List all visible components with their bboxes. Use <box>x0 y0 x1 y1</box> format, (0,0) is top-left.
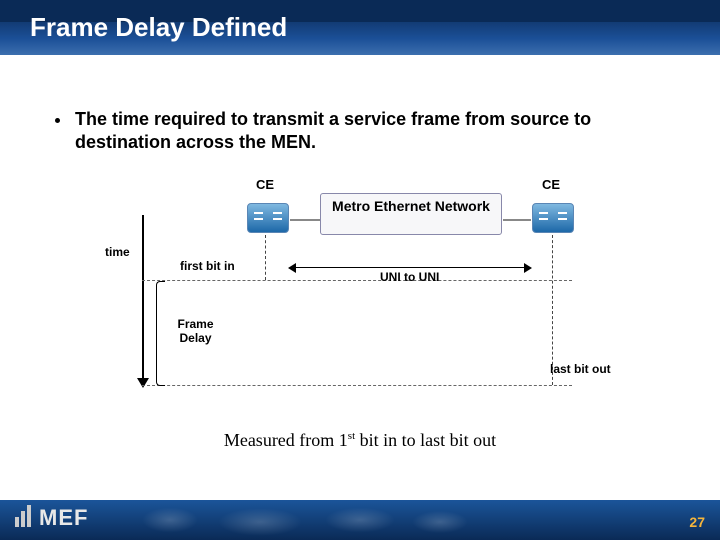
link-left <box>290 219 320 221</box>
mef-logo: MEF <box>15 505 88 533</box>
men-box: Metro Ethernet Network <box>320 193 502 235</box>
frame-delay-label: Frame Delay <box>168 317 223 345</box>
time-axis-line <box>142 215 144 380</box>
page-number: 27 <box>689 514 705 530</box>
last-bit-hline <box>142 385 572 387</box>
caption-rest: bit in to last bit out <box>355 430 496 450</box>
time-axis-label: time <box>105 245 130 259</box>
ce-left-label: CE <box>256 177 274 192</box>
frame-delay-brace-icon <box>156 281 165 386</box>
diagram-caption: Measured from 1st bit in to last bit out <box>0 430 720 451</box>
link-right <box>503 219 531 221</box>
router-left-icon <box>247 203 289 233</box>
slide-title: Frame Delay Defined <box>30 12 287 43</box>
mef-logo-text: MEF <box>39 505 88 530</box>
bullet-text: The time required to transmit a service … <box>75 108 635 155</box>
frame-delay-diagram: CE CE Metro Ethernet Network time first … <box>100 175 620 410</box>
first-bit-label: first bit in <box>180 259 235 273</box>
ce-right-label: CE <box>542 177 560 192</box>
footer-bar: MEF 27 <box>0 500 720 540</box>
uni-arrow-right-icon <box>524 263 532 273</box>
caption-lead: Measured from 1 <box>224 430 348 450</box>
uni-span-line <box>295 267 525 269</box>
footer-map-icon <box>130 500 480 540</box>
bullet-icon <box>55 118 60 123</box>
uni-arrow-left-icon <box>288 263 296 273</box>
last-bit-label: last bit out <box>550 362 611 376</box>
first-bit-vline <box>265 235 267 280</box>
first-bit-hline <box>142 280 572 282</box>
uni-label: UNI to UNI <box>380 270 439 284</box>
mef-logo-bars-icon <box>15 505 33 533</box>
router-right-icon <box>532 203 574 233</box>
